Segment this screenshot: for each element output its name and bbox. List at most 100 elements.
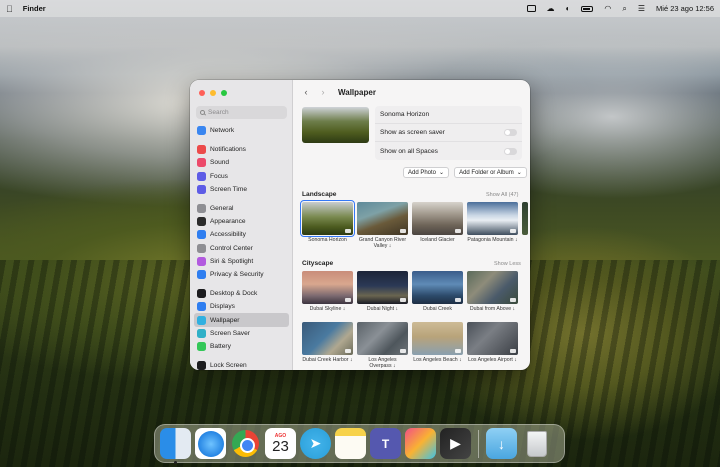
sidebar-item-label: Focus — [210, 172, 228, 180]
wallpaper-image — [357, 271, 408, 304]
cloud-icon[interactable]: ☁ — [547, 4, 555, 13]
wallpaper-caption: Dubai Creek — [423, 306, 452, 312]
running-indicator — [174, 461, 177, 464]
cityscape-show-less-link[interactable]: Show Less — [494, 261, 521, 267]
add-folder-button[interactable]: Add Folder or Album ⌄ — [454, 167, 527, 178]
sidebar-item-privacy-security[interactable]: Privacy & Security — [194, 268, 289, 281]
wallpaper-thumb[interactable]: Dubai Skyline ↓ — [302, 271, 353, 313]
sidebar-item-label: Wallpaper — [210, 316, 240, 324]
wallpaper-image — [412, 271, 463, 304]
notes-icon[interactable] — [335, 428, 366, 459]
apple-menu-icon[interactable]:  — [6, 4, 13, 14]
video-badge-icon — [400, 229, 406, 233]
wallpaper-thumb[interactable]: Patagonia Mountain ↓ — [467, 202, 518, 250]
battery-status-icon[interactable] — [581, 5, 594, 12]
forward-button[interactable]: › — [316, 87, 330, 97]
wallpaper-thumb[interactable]: Los Angeles Beach ↓ — [412, 322, 463, 370]
all-spaces-toggle[interactable] — [504, 147, 517, 155]
wallpaper-image — [522, 202, 528, 235]
sidebar-item-label: Displays — [210, 303, 235, 311]
control-center-icon[interactable]: ☰ — [638, 4, 645, 13]
chrome-icon[interactable] — [230, 428, 261, 459]
pane-toolbar: ‹ › Wallpaper — [293, 80, 530, 104]
sidebar-item-appearance[interactable]: Appearance — [194, 215, 289, 228]
sidebar-item-label: Sound — [210, 159, 230, 167]
sidebar-item-sound[interactable]: Sound — [194, 156, 289, 169]
wallpaper-caption: Dubai from Above ↓ — [469, 306, 516, 312]
wallpaper-image — [357, 202, 408, 235]
sidebar-item-lock-screen[interactable]: Lock Screen — [194, 359, 289, 370]
zoom-button[interactable] — [221, 90, 227, 96]
video-badge-icon — [345, 229, 351, 233]
wallpaper-thumb[interactable]: Los Angeles Overpass ↓ — [357, 322, 408, 370]
wallpaper-thumb[interactable]: Iceland Glacier — [412, 202, 463, 250]
sidebar-item-label: Siri & Spotlight — [210, 257, 254, 265]
wallpaper-thumb[interactable]: Sonoma Horizon — [300, 200, 355, 250]
sidebar-item-wallpaper[interactable]: Wallpaper — [194, 313, 289, 327]
wallpaper-thumb[interactable]: Dubai from Above ↓ — [467, 271, 518, 313]
sidebar-item-notifications[interactable]: Notifications — [194, 143, 289, 156]
wallpaper-caption: Grand Canyon River Valley ↓ — [358, 237, 407, 249]
lock-icon — [197, 361, 206, 370]
landscape-row: Sonoma Horizon Grand Canyon River Valley… — [300, 200, 528, 250]
dock-separator — [478, 429, 479, 458]
displays-icon — [197, 302, 206, 312]
sidebar-item-battery[interactable]: Battery — [194, 340, 289, 353]
landscape-show-all-link[interactable]: Show All (47) — [486, 192, 518, 198]
video-badge-icon — [345, 298, 351, 302]
sidebar-item-focus[interactable]: Focus — [194, 170, 289, 183]
wallpaper-options: Sonoma Horizon Show as screen saver Show… — [375, 106, 522, 163]
back-button[interactable]: ‹ — [299, 87, 313, 97]
active-app-menu[interactable]: Finder — [23, 4, 46, 13]
screen-mirroring-icon[interactable] — [526, 5, 536, 12]
cityscape-section-title: Cityscape — [302, 260, 334, 267]
wifi-icon[interactable]: ◠ — [604, 4, 611, 13]
add-photo-button[interactable]: Add Photo ⌄ — [403, 167, 450, 178]
wallpaper-thumb[interactable]: Dubai Creek — [412, 271, 463, 313]
screen-saver-toggle[interactable] — [504, 129, 517, 136]
sidebar-item-screen-time[interactable]: Screen Time — [194, 183, 289, 196]
sidebar-list: Network Notifications Sound Focus Screen Tim… — [194, 124, 289, 370]
teams-icon[interactable]: T — [370, 428, 401, 459]
landscape-section-title: Landscape — [302, 191, 337, 198]
wallpaper-thumb[interactable]: Grand Canyon River Valley ↓ — [357, 202, 408, 250]
pixelmator-icon[interactable] — [405, 428, 436, 459]
wallpaper-caption: Dubai Creek Harbor ↓ — [302, 357, 353, 363]
sidebar-item-accessibility[interactable]: Accessibility — [194, 228, 289, 241]
close-button[interactable] — [199, 90, 205, 96]
sidebar-item-label: Appearance — [210, 218, 246, 226]
wallpaper-image — [467, 322, 518, 355]
wallpaper-thumb[interactable]: Los Angeles Airport ↓ — [467, 322, 518, 370]
wallpaper-thumb[interactable]: Dubai Night ↓ — [357, 271, 408, 313]
sidebar-item-label: Notifications — [210, 146, 246, 154]
safari-icon[interactable] — [195, 428, 226, 459]
search-field[interactable]: Search — [196, 106, 287, 119]
downloads-folder-icon[interactable]: ↓ — [486, 428, 517, 459]
wallpaper-caption: Los Angeles Beach ↓ — [413, 357, 462, 363]
sidebar-item-desktop-dock[interactable]: Desktop & Dock — [194, 287, 289, 300]
sidebar-item-label: Network — [210, 127, 235, 135]
calendar-icon[interactable]: AGO 23 — [265, 428, 296, 459]
sidebar-item-general[interactable]: General — [194, 202, 289, 215]
wallpaper-image — [357, 322, 408, 355]
sidebar-item-label: Screen Time — [210, 185, 248, 193]
sidebar-item-screen-saver[interactable]: Screen Saver — [194, 327, 289, 340]
finder-icon[interactable] — [160, 428, 191, 464]
gear-icon — [197, 204, 206, 214]
menu-bar-clock[interactable]: Mié 23 ago 12:56 — [656, 4, 714, 13]
wallpaper-thumb[interactable]: Dubai Creek Harbor ↓ — [302, 322, 353, 370]
accessibility-icon — [197, 230, 206, 240]
toggle-icon[interactable]: ◐ — [566, 4, 571, 13]
spotlight-search-icon[interactable]: ⌕ — [622, 4, 626, 13]
final-cut-pro-icon[interactable]: ▶ — [440, 428, 471, 459]
telegram-icon[interactable]: ➤ — [300, 428, 331, 459]
sidebar-item-siri-spotlight[interactable]: Siri & Spotlight — [194, 255, 289, 268]
sidebar-item-network[interactable]: Network — [194, 124, 289, 137]
trash-icon[interactable] — [521, 428, 552, 459]
wallpaper-image — [412, 322, 463, 355]
minimize-button[interactable] — [210, 90, 216, 96]
sidebar-item-displays[interactable]: Displays — [194, 300, 289, 313]
sidebar-item-control-center[interactable]: Control Center — [194, 242, 289, 255]
wallpaper-thumb-partial[interactable] — [522, 202, 528, 250]
teams-letter: T — [381, 436, 390, 451]
